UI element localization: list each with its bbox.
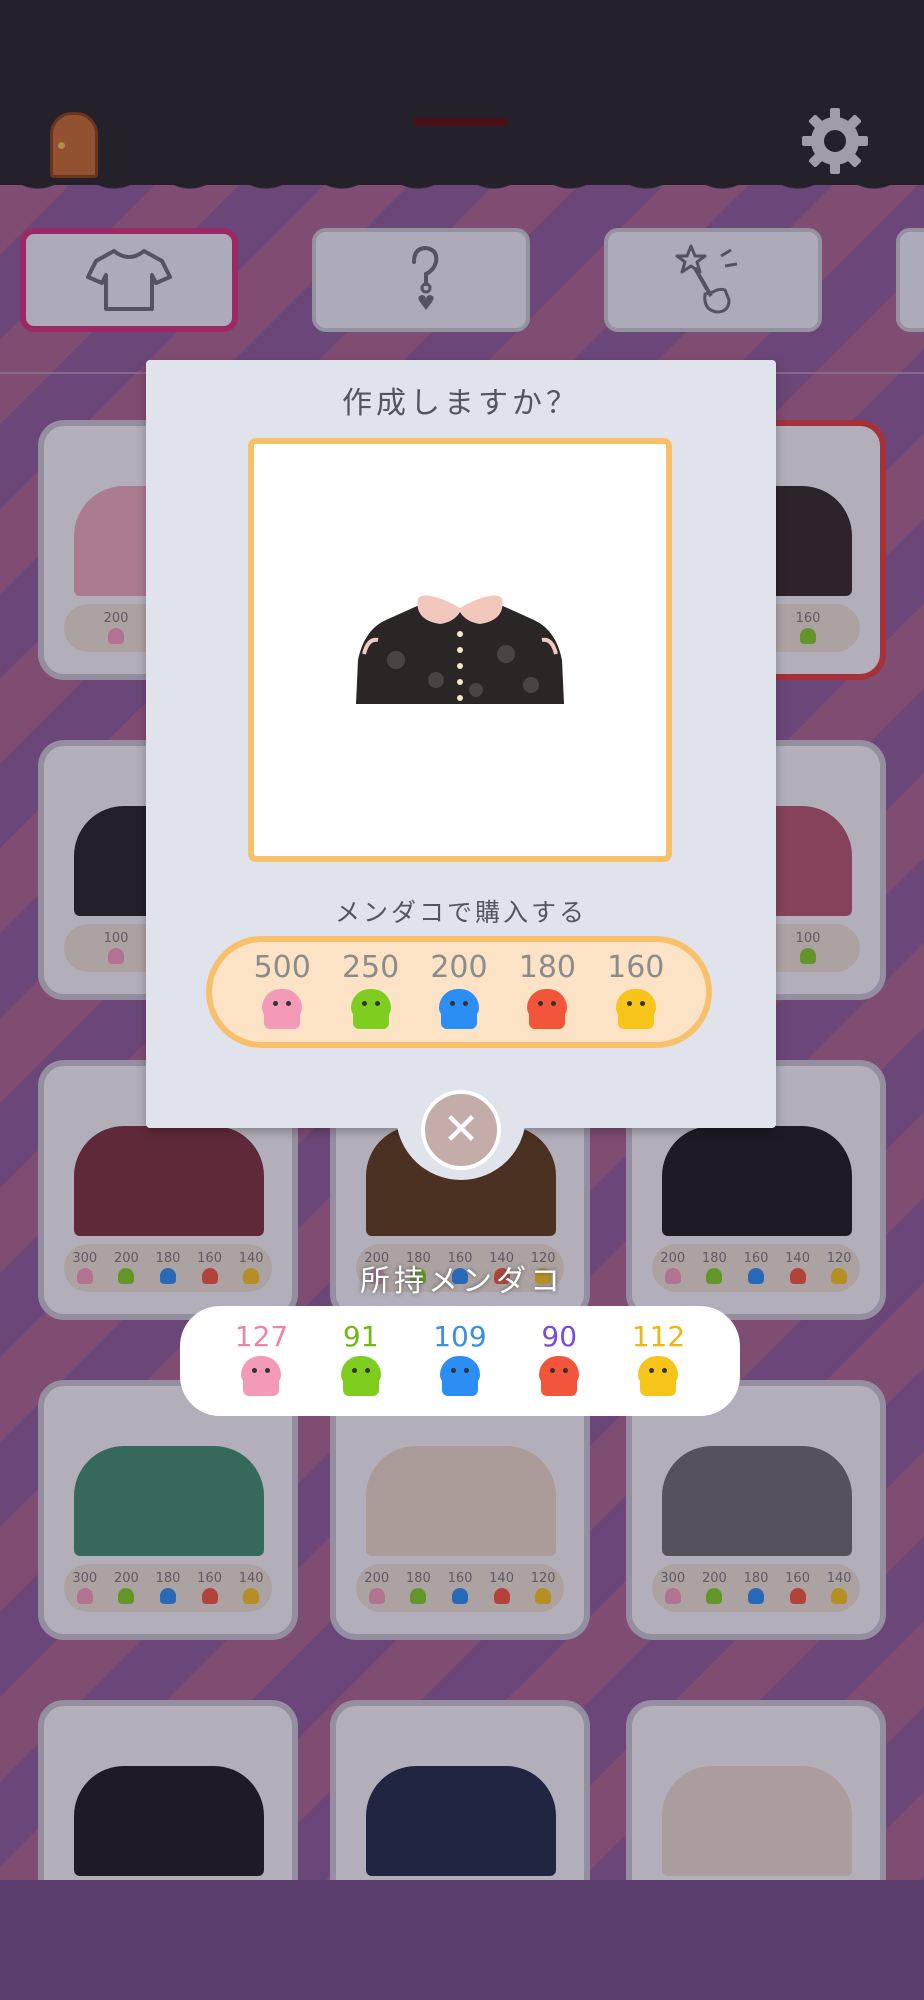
owned-value: 109 [433, 1320, 487, 1353]
owned-item: 112 [632, 1322, 685, 1400]
mendako-icon [348, 989, 394, 1033]
bottom-bar [0, 1880, 924, 2000]
cost-item: 200 [430, 950, 488, 1033]
close-button[interactable]: ✕ [421, 1090, 501, 1170]
mendako-icon [238, 1356, 284, 1400]
cost-item: 160 [607, 951, 664, 1033]
owned-value: 112 [631, 1320, 686, 1353]
owned-pill: 127 91 109 90 112 [180, 1306, 740, 1416]
cost-value: 250 [341, 950, 400, 985]
owned-value: 127 [234, 1320, 289, 1353]
cost-value: 500 [253, 950, 311, 985]
owned-value: 90 [541, 1320, 578, 1353]
cost-item: 250 [342, 951, 399, 1033]
cost-pill[interactable]: 500 250 200 180 160 [206, 936, 712, 1048]
cost-value: 180 [518, 950, 576, 985]
owned-item: 91 [338, 1322, 384, 1400]
owned-title: 所持メンダコ [360, 1264, 564, 1299]
mendako-icon [338, 1356, 384, 1400]
cost-item: 500 [254, 951, 311, 1033]
cost-value: 160 [607, 950, 665, 985]
buy-label: メンダコで購入する [334, 898, 587, 927]
cost-value: 200 [430, 950, 488, 985]
owned-item: 90 [536, 1322, 582, 1400]
mendako-icon [635, 1356, 681, 1400]
mendako-icon [613, 989, 659, 1033]
cost-item: 180 [519, 951, 576, 1033]
owned-item: 127 [235, 1322, 288, 1400]
blouse-preview-image [356, 595, 564, 704]
mendako-icon [524, 989, 570, 1033]
owned-item: 109 [433, 1320, 487, 1400]
mendako-icon [436, 989, 482, 1033]
dialog-title: 作成しますか？ [342, 386, 580, 421]
mendako-icon [536, 1356, 582, 1400]
owned-value: 91 [342, 1320, 379, 1353]
mendako-icon [437, 1356, 483, 1400]
mendako-icon [259, 989, 305, 1033]
